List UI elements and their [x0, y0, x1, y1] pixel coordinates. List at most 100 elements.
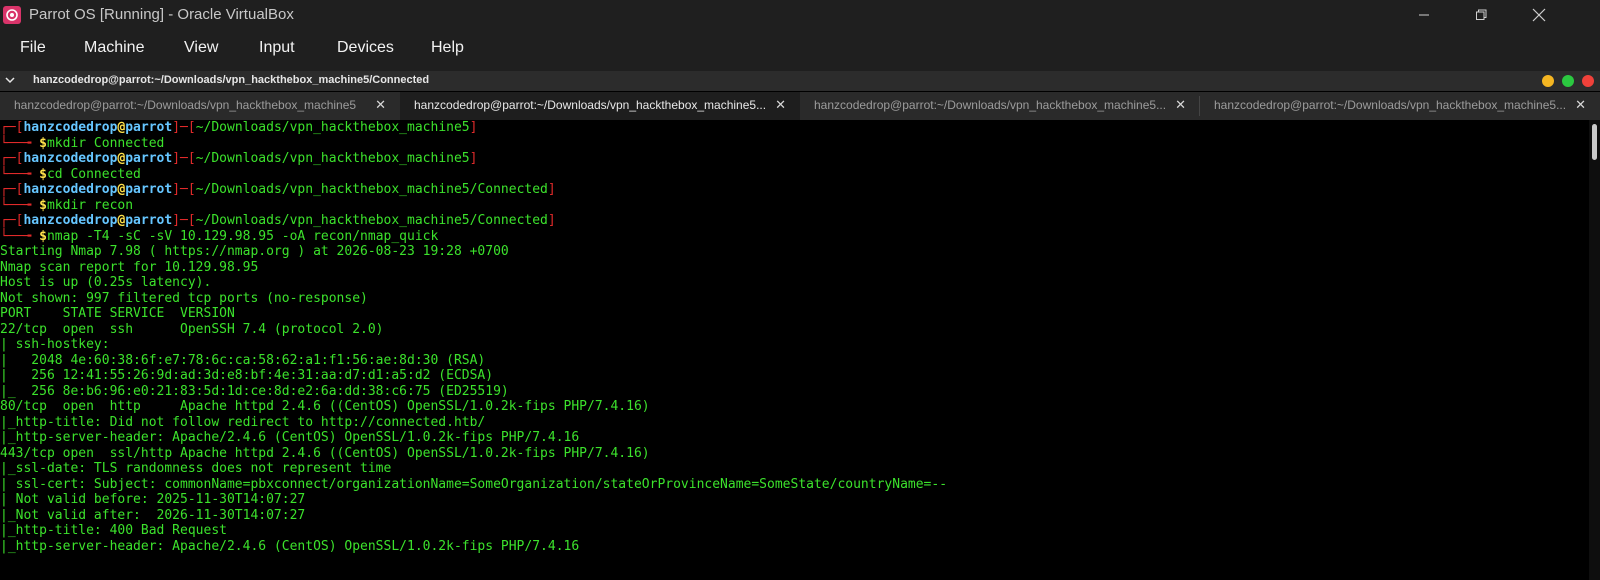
prompt-path: ~/Downloads/vpn_hackthebox_machine5/Conn…: [195, 182, 548, 197]
menu-input[interactable]: Input: [259, 39, 295, 57]
prompt-bracket: ┌─[: [0, 213, 24, 228]
prompt-corner: └──╼: [0, 197, 40, 213]
tab-close-icon[interactable]: ✕: [1175, 97, 1186, 113]
output-text: |_http-server-header: Apache/2.4.6 (Cent…: [0, 430, 580, 445]
output-line: Host is up (0.25s latency).: [0, 275, 211, 291]
prompt-bracket: ]: [469, 120, 478, 135]
prompt-dollar: $: [39, 197, 47, 213]
window-title: Parrot OS [Running] - Oracle VirtualBox: [29, 6, 294, 23]
output-line: | Not valid before: 2025-11-30T14:07:27: [0, 492, 305, 508]
output-text: | ssl-cert: Subject: commonName=pbxconne…: [0, 476, 948, 492]
prompt-line: ┌─[hanzcodedrop@parrot]─[~/Downloads/vpn…: [0, 213, 556, 229]
command-line: └──╼ $mkdir Connected: [0, 136, 164, 152]
menu-file[interactable]: File: [20, 39, 46, 57]
terminal-title: hanzcodedrop@parrot:~/Downloads/vpn_hack…: [33, 74, 430, 86]
command-text: mkdir Connected: [46, 135, 165, 151]
scrollbar-thumb[interactable]: [1592, 124, 1597, 160]
prompt-dollar: $: [39, 135, 47, 151]
close-button[interactable]: [1510, 0, 1568, 30]
output-line: Starting Nmap 7.98 ( https://nmap.org ) …: [0, 244, 509, 260]
tab-1[interactable]: hanzcodedrop@parrot:~/Downloads/vpn_hack…: [0, 92, 400, 120]
tab-label: hanzcodedrop@parrot:~/Downloads/vpn_hack…: [14, 98, 357, 112]
output-line: |_http-title: 400 Bad Request: [0, 523, 227, 539]
prompt-bracket: ]: [547, 182, 556, 197]
command-text: mkdir recon: [46, 197, 134, 213]
minimize-button[interactable]: [1395, 0, 1453, 30]
prompt-path: ~/Downloads/vpn_hackthebox_machine5/Conn…: [195, 213, 548, 228]
output-line: |_http-server-header: Apache/2.4.6 (Cent…: [0, 430, 579, 446]
output-text: Nmap scan report for 10.129.98.95: [0, 259, 259, 275]
minimize-dot[interactable]: [1542, 75, 1554, 87]
terminal-titlebar: hanzcodedrop@parrot:~/Downloads/vpn_hack…: [0, 71, 1600, 91]
prompt-host: parrot: [125, 182, 173, 197]
prompt-corner: └──╼: [0, 166, 40, 182]
output-line: 80/tcp open http Apache httpd 2.4.6 ((Ce…: [0, 399, 650, 415]
prompt-host: parrot: [125, 151, 173, 166]
tab-label: hanzcodedrop@parrot:~/Downloads/vpn_hack…: [1214, 98, 1567, 112]
output-text: 80/tcp open http Apache httpd 2.4.6 ((Ce…: [0, 399, 650, 414]
menu-machine[interactable]: Machine: [84, 39, 144, 57]
minimize-icon: [1419, 14, 1429, 16]
output-line: |_Not valid after: 2026-11-30T14:07:27: [0, 508, 305, 524]
output-text: Not shown: 997 filtered tcp ports (no-re…: [0, 290, 368, 306]
output-line: | ssl-cert: Subject: commonName=pbxconne…: [0, 477, 947, 493]
command-line: └──╼ $cd Connected: [0, 167, 141, 183]
prompt-line: ┌─[hanzcodedrop@parrot]─[~/Downloads/vpn…: [0, 151, 477, 167]
command-line: └──╼ $nmap -T4 -sC -sV 10.129.98.95 -oA …: [0, 229, 438, 245]
prompt-host: parrot: [125, 120, 173, 135]
prompt-host: parrot: [125, 213, 173, 228]
menu-bar: File Machine View Input Devices Help: [0, 30, 1600, 71]
output-text: |_ 256 8e:b6:96:e0:21:83:5d:1d:ce:8d:e2:…: [0, 383, 509, 399]
prompt-user: hanzcodedrop: [23, 151, 118, 166]
window-titlebar: Parrot OS [Running] - Oracle VirtualBox: [0, 0, 1600, 30]
prompt-corner: └──╼: [0, 228, 40, 244]
prompt-user: hanzcodedrop: [23, 182, 118, 197]
close-dot[interactable]: [1582, 75, 1594, 87]
output-line: |_http-server-header: Apache/2.4.6 (Cent…: [0, 539, 579, 555]
output-text: | 2048 4e:60:38:6f:e7:78:6c:ca:58:62:a1:…: [0, 352, 486, 368]
tab-3[interactable]: hanzcodedrop@parrot:~/Downloads/vpn_hack…: [800, 92, 1200, 120]
tab-label: hanzcodedrop@parrot:~/Downloads/vpn_hack…: [814, 98, 1167, 112]
prompt-bracket: ]─[: [172, 213, 196, 228]
prompt-bracket: ]─[: [172, 151, 196, 166]
prompt-bracket: ┌─[: [0, 151, 24, 166]
tab-4[interactable]: hanzcodedrop@parrot:~/Downloads/vpn_hack…: [1200, 92, 1600, 120]
tab-close-icon[interactable]: ✕: [375, 97, 386, 113]
prompt-user: hanzcodedrop: [23, 120, 118, 135]
output-text: | Not valid before: 2025-11-30T14:07:27: [0, 492, 306, 507]
output-line: |_http-title: Did not follow redirect to…: [0, 415, 485, 431]
chevron-down-icon[interactable]: [4, 74, 16, 86]
menu-devices[interactable]: Devices: [337, 39, 394, 57]
tab-bar: hanzcodedrop@parrot:~/Downloads/vpn_hack…: [0, 92, 1600, 120]
tab-close-icon[interactable]: ✕: [1575, 97, 1586, 113]
prompt-dollar: $: [39, 166, 47, 182]
restore-button[interactable]: [1452, 0, 1510, 30]
prompt-bracket: ┌─[: [0, 120, 24, 135]
tab-label: hanzcodedrop@parrot:~/Downloads/vpn_hack…: [414, 98, 767, 112]
close-icon: [1532, 8, 1546, 22]
command-text: nmap -T4 -sC -sV 10.129.98.95 -oA recon/…: [46, 228, 439, 244]
output-text: |_http-server-header: Apache/2.4.6 (Cent…: [0, 538, 580, 554]
output-line: | 256 12:41:55:26:9d:ad:3d:e8:bf:4e:31:a…: [0, 368, 493, 384]
output-text: 22/tcp open ssh OpenSSH 7.4 (protocol 2.…: [0, 321, 384, 337]
tab-close-icon[interactable]: ✕: [775, 97, 786, 113]
output-text: |_Not valid after: 2026-11-30T14:07:27: [0, 507, 306, 523]
maximize-dot[interactable]: [1562, 75, 1574, 87]
output-line: | 2048 4e:60:38:6f:e7:78:6c:ca:58:62:a1:…: [0, 353, 485, 369]
output-line: Not shown: 997 filtered tcp ports (no-re…: [0, 291, 368, 307]
prompt-bracket: ]─[: [172, 182, 196, 197]
prompt-path: ~/Downloads/vpn_hackthebox_machine5: [195, 120, 470, 135]
menu-help[interactable]: Help: [431, 39, 464, 57]
output-text: PORT STATE SERVICE VERSION: [0, 306, 235, 321]
terminal-scrollbar[interactable]: [1589, 120, 1600, 580]
output-text: | ssh-hostkey:: [0, 337, 110, 352]
restore-icon: [1476, 9, 1487, 20]
prompt-bracket: ]: [469, 151, 478, 166]
terminal-output[interactable]: ┌─[hanzcodedrop@parrot]─[~/Downloads/vpn…: [0, 120, 1589, 580]
output-text: |_http-title: 400 Bad Request: [0, 523, 227, 538]
prompt-user: hanzcodedrop: [23, 213, 118, 228]
prompt-path: ~/Downloads/vpn_hackthebox_machine5: [195, 151, 470, 166]
menu-view[interactable]: View: [184, 39, 218, 57]
prompt-bracket: ]: [547, 213, 556, 228]
tab-2[interactable]: hanzcodedrop@parrot:~/Downloads/vpn_hack…: [400, 92, 800, 120]
